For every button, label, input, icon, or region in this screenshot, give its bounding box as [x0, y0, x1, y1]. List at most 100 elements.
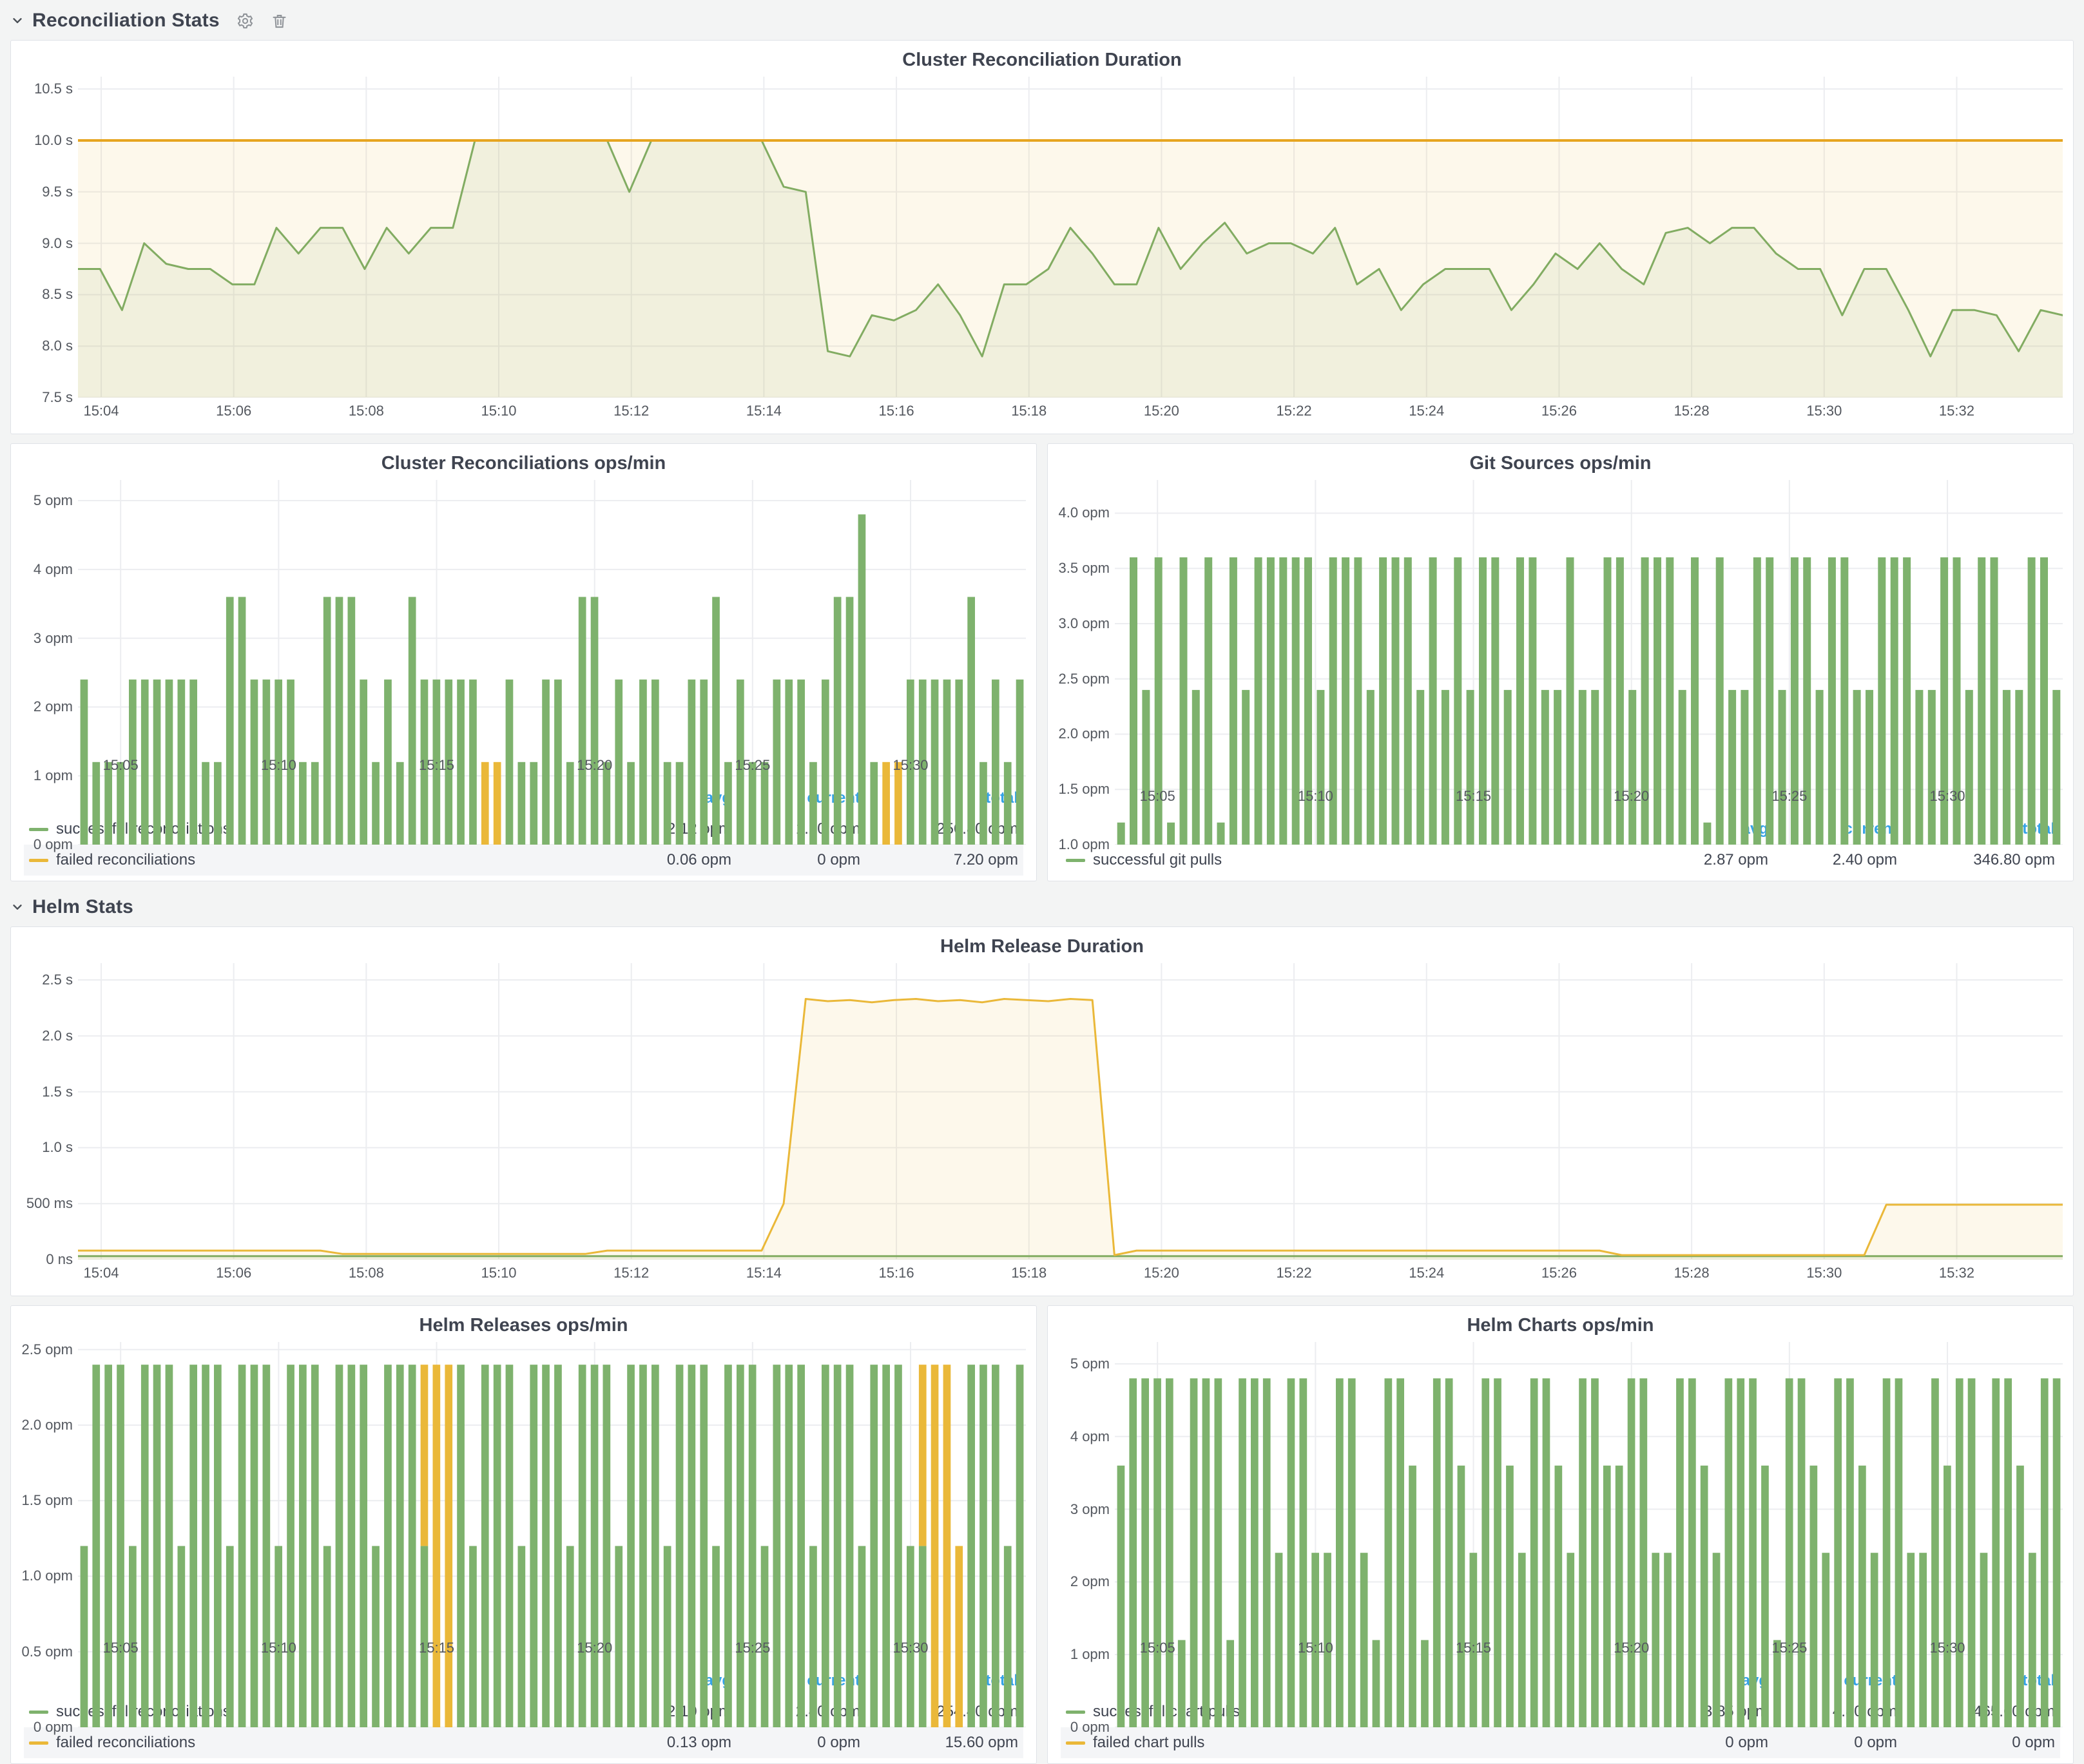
plot-area[interactable]: 7.5 s8.0 s8.5 s9.0 s9.5 s10.0 s10.5 s	[16, 77, 2063, 398]
bar	[1442, 690, 1449, 845]
bar	[1915, 690, 1923, 845]
y-tick-label: 9.0 s	[16, 235, 73, 252]
panel-title[interactable]: Helm Releases ops/min	[11, 1306, 1036, 1342]
legend-value-current: 0 opm	[731, 851, 860, 869]
bar	[396, 1365, 404, 1727]
chart-canvas[interactable]	[78, 77, 2063, 398]
section-header-helm-stats: Helm Stats	[0, 888, 2084, 926]
bar	[542, 1365, 550, 1727]
bar	[1506, 1466, 1514, 1727]
x-tick-label: 15:10	[1270, 1640, 1360, 1656]
bar	[1117, 1466, 1125, 1727]
plot-area[interactable]: 0 ns500 ms1.0 s1.5 s2.0 s2.5 s	[16, 963, 2063, 1260]
x-tick-label: 15:30	[1902, 788, 1992, 805]
x-tick-label: 15:20	[550, 1640, 640, 1656]
bar	[104, 1365, 112, 1727]
bar	[1701, 1466, 1708, 1727]
legend-label[interactable]: failed chart pulls	[1066, 1734, 1639, 1752]
chart-canvas[interactable]	[1115, 1342, 2063, 1727]
bar	[627, 1365, 635, 1727]
bar	[1640, 1378, 1648, 1727]
bar	[846, 1365, 854, 1727]
panel-title[interactable]: Helm Release Duration	[11, 927, 2073, 963]
panel-title[interactable]: Cluster Reconciliations ops/min	[11, 444, 1036, 480]
bar	[1367, 690, 1375, 845]
trash-icon[interactable]	[271, 12, 288, 30]
legend-value-avg: 0.06 opm	[603, 851, 731, 869]
bar	[1858, 1466, 1866, 1727]
bar	[2041, 1378, 2049, 1727]
x-tick-label: 15:08	[321, 403, 411, 419]
bar	[1579, 1378, 1587, 1727]
bar	[737, 1365, 744, 1727]
bar	[724, 1365, 732, 1727]
y-tick-label: 3 opm	[1053, 1501, 1110, 1518]
plot-area[interactable]: 0 opm0.5 opm1.0 opm1.5 opm2.0 opm2.5 opm	[16, 1342, 1026, 1635]
bar	[651, 1365, 659, 1727]
bar	[348, 1365, 356, 1727]
bar	[1628, 690, 1636, 845]
plot-area[interactable]: 0 opm1 opm2 opm3 opm4 opm5 opm	[1053, 1342, 2063, 1635]
panel-title[interactable]: Helm Charts ops/min	[1048, 1306, 2073, 1342]
bar	[1481, 1378, 1489, 1727]
legend-label[interactable]: successful git pulls	[1066, 851, 1639, 869]
bar	[2004, 1378, 2012, 1727]
x-tick-label: 15:04	[56, 403, 146, 419]
x-tick-label: 15:20	[1116, 403, 1206, 419]
y-tick-label: 9.5 s	[16, 184, 73, 200]
panel-title[interactable]: Git Sources ops/min	[1048, 444, 2073, 480]
x-axis: 15:0515:1015:1515:2015:2515:30	[1053, 783, 2063, 811]
bar	[202, 1365, 209, 1727]
bar	[1866, 690, 1873, 845]
bar	[1992, 1378, 2000, 1727]
x-tick-label: 15:10	[233, 1640, 323, 1656]
x-tick-label: 15:30	[1779, 1265, 1869, 1281]
y-tick-label: 4 opm	[16, 561, 73, 578]
series-color-dash-icon	[29, 859, 48, 862]
x-tick-label: 15:30	[865, 1640, 956, 1656]
bar	[688, 1365, 696, 1727]
bar	[311, 1365, 319, 1727]
section-title-helm-stats[interactable]: Helm Stats	[32, 896, 133, 918]
panel-title[interactable]: Cluster Reconciliation Duration	[11, 41, 2073, 77]
bar	[1761, 1466, 1769, 1727]
chart-canvas[interactable]	[78, 480, 1026, 845]
bar	[1968, 1378, 1976, 1727]
bar	[360, 1365, 367, 1727]
bar	[1616, 1466, 1623, 1727]
plot-area[interactable]: 0 opm1 opm2 opm3 opm4 opm5 opm	[16, 480, 1026, 752]
bar	[2052, 690, 2060, 845]
bar	[1458, 1466, 1465, 1727]
chart-canvas[interactable]	[78, 1342, 1026, 1727]
section-title-reconciliation-stats[interactable]: Reconciliation Stats	[32, 10, 220, 32]
bar	[773, 1365, 781, 1727]
y-tick-label: 0 opm	[16, 836, 73, 853]
bar	[834, 597, 842, 845]
y-tick-label: 10.0 s	[16, 132, 73, 149]
bar	[1798, 1378, 1806, 1727]
y-tick-label: 10.5 s	[16, 81, 73, 97]
x-tick-label: 15:04	[56, 1265, 146, 1281]
series-area	[78, 140, 2063, 398]
bar	[579, 1365, 586, 1727]
bar	[967, 1365, 975, 1727]
legend-label[interactable]: failed reconciliations	[29, 1734, 603, 1752]
bar	[1543, 1378, 1550, 1727]
chart-canvas[interactable]	[78, 963, 2063, 1260]
bar	[238, 1365, 246, 1727]
x-tick-label: 15:25	[708, 1640, 798, 1656]
bar	[591, 1365, 599, 1727]
x-tick-label: 15:08	[321, 1265, 411, 1281]
x-tick-label: 15:16	[851, 403, 941, 419]
x-tick-label: 15:10	[454, 1265, 544, 1281]
bar	[1142, 690, 1150, 845]
bar	[1385, 1378, 1393, 1727]
chevron-down-icon[interactable]	[10, 900, 24, 914]
gear-icon[interactable]	[236, 12, 254, 30]
bar	[591, 597, 599, 845]
y-tick-label: 4.0 opm	[1053, 504, 1110, 521]
legend-label[interactable]: failed reconciliations	[29, 851, 603, 869]
chevron-down-icon[interactable]	[10, 14, 24, 28]
bar	[251, 1365, 258, 1727]
plot-area[interactable]: 1.0 opm1.5 opm2.0 opm2.5 opm3.0 opm3.5 o…	[1053, 480, 2063, 783]
